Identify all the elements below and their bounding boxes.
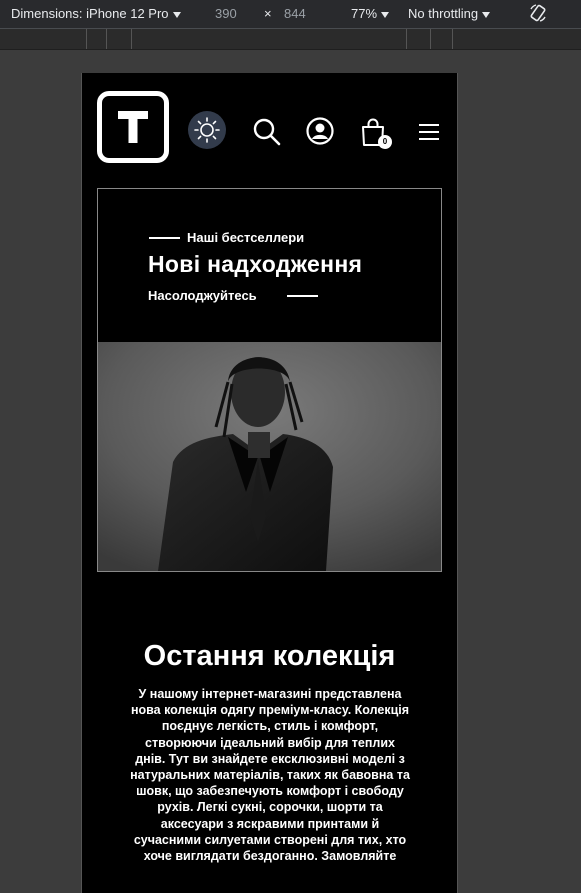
zoom-select[interactable]: 77% (351, 6, 390, 21)
collection-description: У нашому інтернет-магазині представлена … (130, 687, 410, 864)
dimension-separator: × (264, 6, 272, 21)
hero-eyebrow: Наші бестселлери (187, 230, 305, 245)
zoom-label: 77% (351, 6, 378, 21)
viewport-width-input[interactable]: 390 (215, 6, 237, 21)
logo-t-icon[interactable] (97, 91, 169, 163)
rotate-icon[interactable] (528, 3, 548, 23)
hero-title: Нові надходження (148, 251, 363, 277)
eyebrow-line (149, 237, 180, 239)
chevron-down-icon (172, 11, 181, 18)
user-circle-icon[interactable] (306, 117, 334, 145)
throttling-select[interactable]: No throttling (408, 6, 491, 21)
subtitle-line (287, 295, 318, 297)
hamburger-menu-icon[interactable] (419, 123, 439, 141)
chevron-down-icon (482, 11, 491, 18)
hero-subtitle: Насолоджуйтесь (148, 288, 257, 303)
cart-count-badge: 0 (378, 135, 392, 149)
device-viewport: 0 Наші бестселлери Нові надходження Насо… (81, 73, 458, 893)
model-photo (98, 342, 441, 571)
site-header: 0 (82, 73, 457, 183)
viewport-height-input[interactable]: 844 (284, 6, 306, 21)
collection-title: Остання колекція (143, 640, 396, 672)
chevron-down-icon (381, 11, 390, 18)
device-dimensions-select[interactable]: Dimensions: iPhone 12 Pro (11, 6, 181, 21)
devtools-toolbar: Dimensions: iPhone 12 Pro 390 × 844 77% … (0, 0, 581, 29)
sun-icon (194, 117, 220, 143)
theme-toggle-button[interactable] (188, 111, 226, 149)
throttling-label: No throttling (408, 6, 479, 21)
device-dimensions-label: Dimensions: iPhone 12 Pro (11, 6, 169, 21)
search-icon[interactable] (252, 117, 282, 147)
viewport-ruler (0, 29, 581, 50)
hero-banner[interactable]: Наші бестселлери Нові надходження Насоло… (97, 188, 442, 572)
